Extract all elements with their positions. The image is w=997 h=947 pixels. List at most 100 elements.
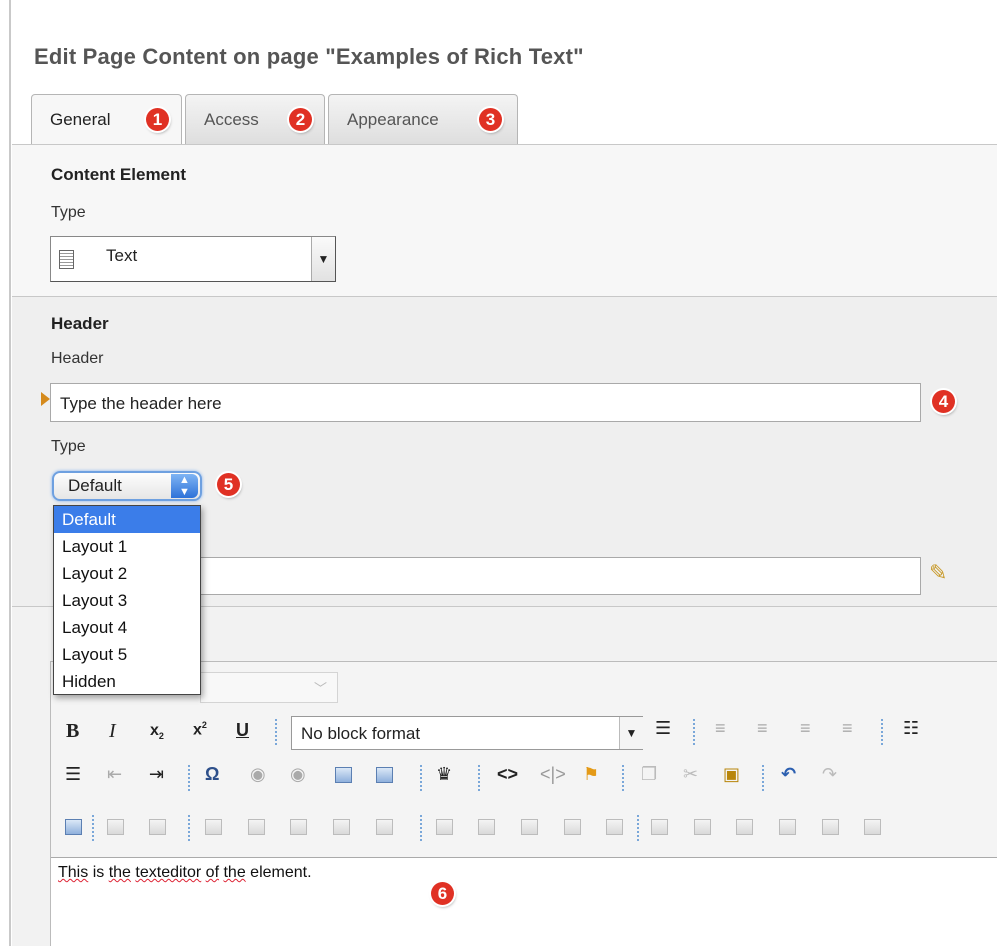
redo-icon[interactable]: ↷ (822, 764, 837, 785)
dropdown-option-default[interactable]: Default (54, 506, 200, 533)
definition-list-icon[interactable]: ☰ (655, 718, 671, 739)
clean-broom-icon[interactable]: ⚑ (583, 764, 599, 785)
column-delete-icon[interactable] (564, 819, 581, 835)
chevron-down-icon[interactable]: ▼ (619, 717, 643, 749)
row-insert-after-icon[interactable] (290, 819, 307, 835)
cell-insert-before-icon[interactable] (694, 819, 711, 835)
editor-word: the (223, 864, 246, 881)
editor-word: texteditor (135, 864, 202, 881)
dropdown-option-layout-4[interactable]: Layout 4 (54, 614, 200, 641)
toolbar-separator (637, 815, 641, 841)
editor-word: element. (250, 864, 312, 881)
header-link-input[interactable] (195, 557, 921, 595)
content-type-label: Type (51, 204, 86, 221)
header-badge: 4 (932, 390, 955, 413)
toolbar-separator (92, 815, 96, 841)
superscript-icon[interactable]: x2 (193, 720, 207, 739)
italic-icon[interactable]: I (109, 720, 116, 743)
align-right-icon[interactable]: ≡ (800, 718, 811, 739)
content-type-select[interactable] (50, 236, 336, 282)
toolbar-separator (478, 765, 482, 791)
tab-appearance-badge: 3 (479, 108, 502, 131)
toolbar-separator (188, 815, 192, 841)
toolbar-separator (762, 765, 766, 791)
indent-icon[interactable]: ⇥ (149, 764, 164, 785)
text-document-icon (59, 250, 74, 269)
editor-word: the (108, 864, 131, 881)
align-justify-icon[interactable]: ≡ (842, 718, 853, 739)
ordered-list-icon[interactable]: ☷ (903, 718, 919, 739)
align-left-icon[interactable]: ≡ (715, 718, 726, 739)
left-border-line (9, 0, 11, 946)
tab-general-badge: 1 (146, 108, 169, 131)
dropdown-option-layout-2[interactable]: Layout 2 (54, 560, 200, 587)
outdent-icon[interactable]: ⇤ (107, 764, 122, 785)
html-source-icon[interactable]: <> (497, 764, 518, 785)
find-replace-icon[interactable]: ♛ (436, 764, 452, 785)
image-icon[interactable] (335, 767, 352, 783)
chevron-down-icon[interactable]: ▼ (311, 237, 335, 281)
toolbar-separator (622, 765, 626, 791)
tab-general-label: General (50, 110, 111, 129)
toolbar-separator (420, 765, 424, 791)
cell-properties-icon[interactable] (651, 819, 668, 835)
toolbar-separator (275, 719, 279, 745)
header-type-dropdown-list: Default Layout 1 Layout 2 Layout 3 Layou… (53, 505, 201, 695)
bold-icon[interactable]: B (66, 720, 79, 743)
column-insert-after-icon[interactable] (521, 819, 538, 835)
cell-merge-icon[interactable] (864, 819, 881, 835)
special-character-icon[interactable]: Ω (205, 764, 219, 785)
cut-icon[interactable]: ✂ (683, 764, 698, 785)
dropdown-option-hidden[interactable]: Hidden (54, 668, 200, 695)
code-view-icon[interactable]: <|> (540, 764, 566, 785)
undo-icon[interactable]: ↶ (781, 764, 796, 785)
unlink-icon[interactable]: ◉ (290, 764, 306, 785)
editor-word: of (205, 864, 220, 881)
table-tools-icon[interactable] (65, 819, 82, 835)
header-heading: Header (51, 314, 109, 333)
page-title: Edit Page Content on page "Examples of R… (34, 44, 584, 69)
cell-split-icon[interactable] (822, 819, 839, 835)
align-center-icon[interactable]: ≡ (757, 718, 768, 739)
style-select-disabled: ﹀ (200, 672, 338, 703)
dropdown-option-layout-1[interactable]: Layout 1 (54, 533, 200, 560)
row-insert-before-icon[interactable] (248, 819, 265, 835)
tab-access-label: Access (204, 110, 259, 129)
editor-word: This (58, 864, 89, 881)
dropdown-option-layout-3[interactable]: Layout 3 (54, 587, 200, 614)
tab-general[interactable]: General 1 (31, 94, 182, 146)
editor-text: This is the texteditor of the element. (58, 864, 312, 882)
header-input[interactable]: Type the header here (50, 383, 921, 422)
table-icon[interactable] (376, 767, 393, 783)
copy-icon[interactable]: ❐ (641, 764, 657, 785)
tab-appearance[interactable]: Appearance 3 (328, 94, 518, 144)
cell-delete-icon[interactable] (779, 819, 796, 835)
subscript-icon[interactable]: x2 (150, 722, 164, 741)
header-type-label: Type (51, 438, 86, 455)
row-split-icon[interactable] (376, 819, 393, 835)
toolbar-separator (881, 719, 885, 745)
block-format-value: No block format (301, 724, 421, 743)
column-properties-icon[interactable] (436, 819, 453, 835)
underline-icon[interactable]: U (236, 720, 249, 741)
table-edit-icon[interactable] (149, 819, 166, 835)
required-marker-icon (41, 392, 50, 406)
tab-access[interactable]: Access 2 (185, 94, 325, 144)
table-properties-icon[interactable] (107, 819, 124, 835)
link-icon[interactable]: ◉ (250, 764, 266, 785)
cell-insert-after-icon[interactable] (736, 819, 753, 835)
content-type-value: Text (106, 246, 138, 265)
pencil-icon[interactable]: ✎ (929, 560, 947, 586)
toolbar-separator (188, 765, 192, 791)
paste-icon[interactable]: ▣ (723, 764, 740, 785)
editor-badge: 6 (431, 882, 454, 905)
column-split-icon[interactable] (606, 819, 623, 835)
column-insert-before-icon[interactable] (478, 819, 495, 835)
editor-word: is (92, 864, 105, 881)
row-delete-icon[interactable] (333, 819, 350, 835)
unordered-list-icon[interactable]: ☰ (65, 764, 81, 785)
select-arrows-icon[interactable]: ▲ ▼ (171, 474, 198, 498)
tab-access-badge: 2 (289, 108, 312, 131)
row-properties-icon[interactable] (205, 819, 222, 835)
dropdown-option-layout-5[interactable]: Layout 5 (54, 641, 200, 668)
